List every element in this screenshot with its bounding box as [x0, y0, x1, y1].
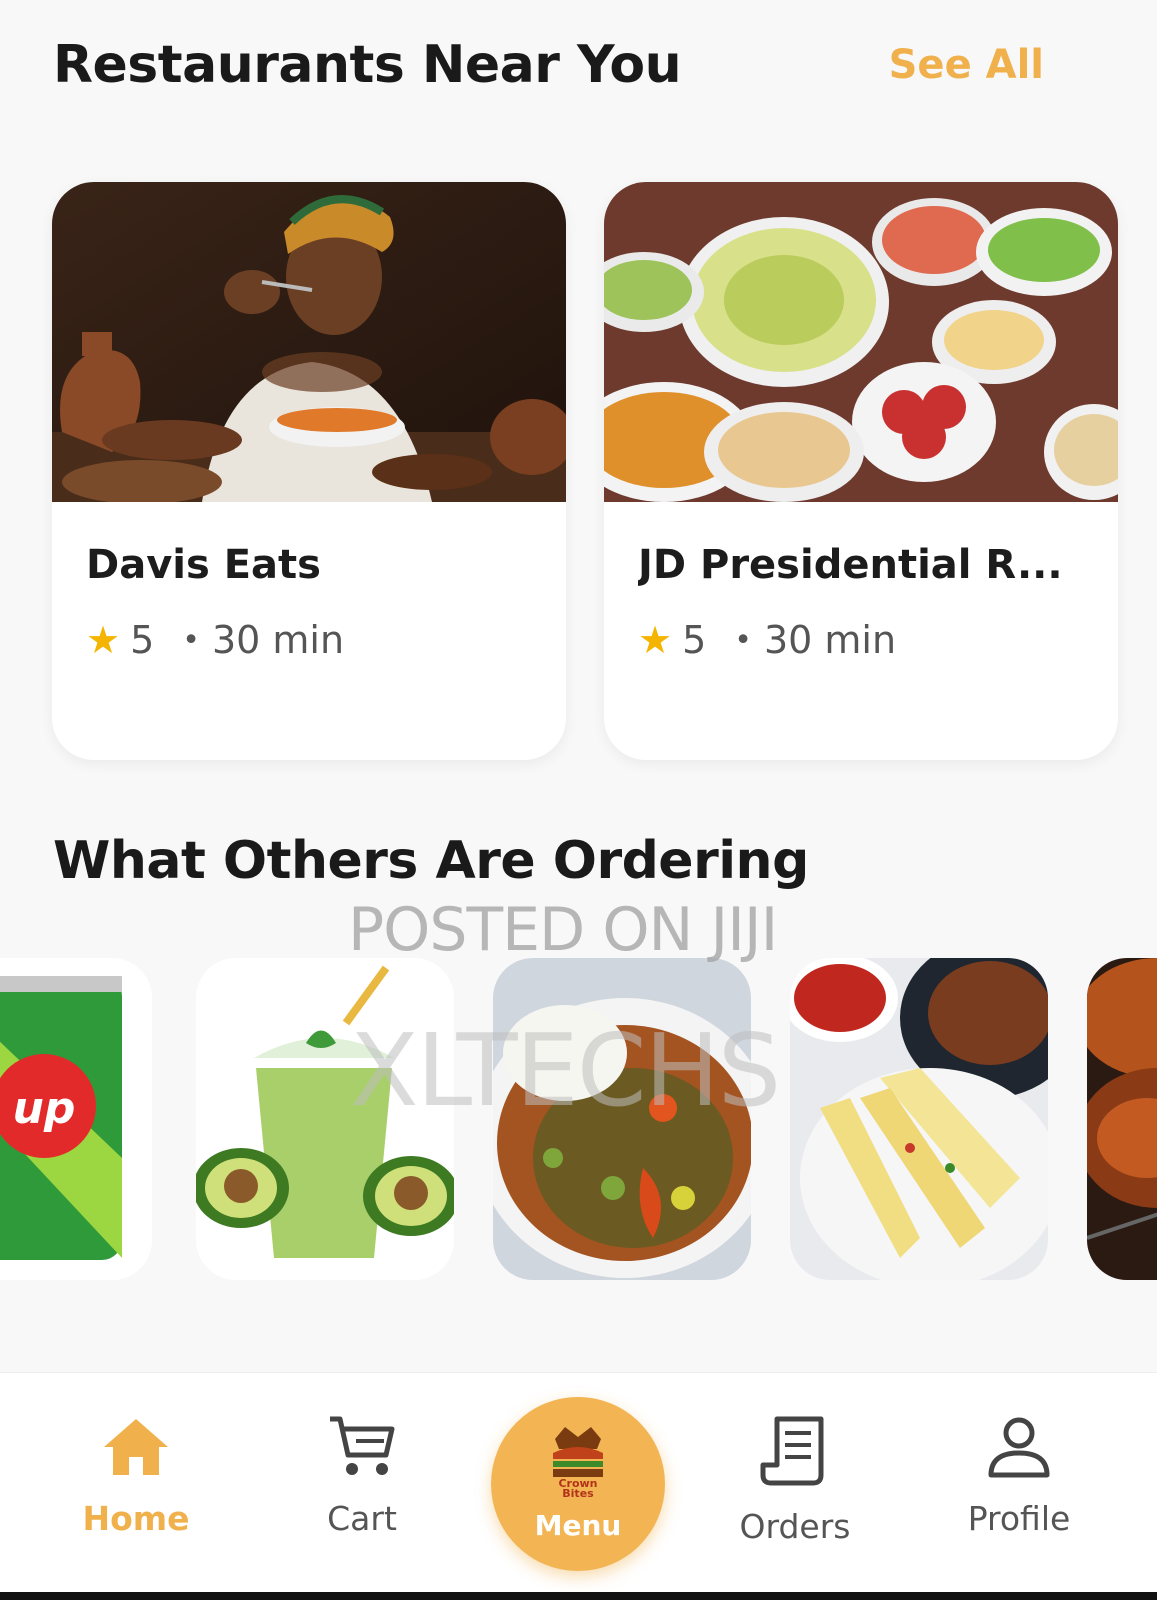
nav-home-label: Home — [82, 1499, 190, 1538]
watermark-posted-on: POSTED ON JIJI — [348, 895, 778, 965]
nav-orders-label: Orders — [739, 1507, 851, 1546]
restaurant-meta: ★ 5 • 30 min — [638, 618, 1084, 662]
nav-profile-label: Profile — [967, 1499, 1071, 1538]
restaurant-eta: 30 min — [763, 618, 897, 662]
ordering-header: What Others Are Ordering — [0, 826, 1157, 896]
nav-home[interactable]: Home — [46, 1415, 226, 1538]
restaurant-eta: 30 min — [211, 618, 345, 662]
restaurants-header: Restaurants Near You See All — [0, 30, 1157, 100]
restaurants-title: Restaurants Near You — [53, 35, 682, 95]
bottom-navigation: Home Cart Crown Bites Menu Orders Profil… — [0, 1372, 1157, 1600]
svg-text:up: up — [13, 1083, 76, 1134]
cart-icon — [330, 1416, 395, 1475]
crown-bites-logo-icon: Crown Bites — [553, 1427, 603, 1500]
restaurant-image-jd-presidential — [604, 182, 1118, 502]
restaurant-rating: 5 — [682, 618, 707, 662]
restaurant-name: JD Presidential R... — [638, 542, 1063, 588]
star-icon: ★ — [86, 618, 121, 662]
ordering-title: What Others Are Ordering — [53, 831, 809, 891]
receipt-icon — [760, 1416, 824, 1486]
profile-icon — [988, 1417, 1050, 1478]
separator-dot: • — [182, 622, 200, 658]
restaurant-card-davis-eats[interactable]: Davis Eats ★ 5 • 30 min — [52, 182, 566, 760]
nav-menu-button[interactable]: Crown Bites Menu — [491, 1397, 665, 1571]
nav-cart[interactable]: Cart — [272, 1415, 452, 1538]
nav-menu-label: Menu — [534, 1509, 622, 1542]
order-item-yam-platter[interactable] — [790, 958, 1048, 1280]
system-bottom-bar — [0, 1592, 1157, 1600]
nav-orders[interactable]: Orders — [705, 1415, 885, 1546]
restaurant-name: Davis Eats — [86, 542, 321, 588]
star-icon: ★ — [638, 618, 673, 662]
watermark-brand: XLTECHS — [350, 1012, 781, 1129]
restaurant-card-jd-presidential[interactable]: JD Presidential R... ★ 5 • 30 min — [604, 182, 1118, 760]
nav-profile[interactable]: Profile — [929, 1415, 1109, 1538]
restaurant-image-davis-eats — [52, 182, 566, 502]
svg-text:Bites: Bites — [562, 1487, 594, 1499]
restaurant-cards: Davis Eats ★ 5 • 30 min JD Presidential … — [52, 182, 1118, 760]
see-all-link[interactable]: See All — [889, 42, 1044, 88]
order-item-7up[interactable]: up — [0, 958, 152, 1280]
home-icon — [104, 1419, 168, 1475]
order-item-grilled-chicken[interactable] — [1087, 958, 1157, 1280]
separator-dot: • — [734, 622, 752, 658]
nav-cart-label: Cart — [327, 1499, 397, 1538]
restaurant-rating: 5 — [130, 618, 155, 662]
restaurant-meta: ★ 5 • 30 min — [86, 618, 532, 662]
